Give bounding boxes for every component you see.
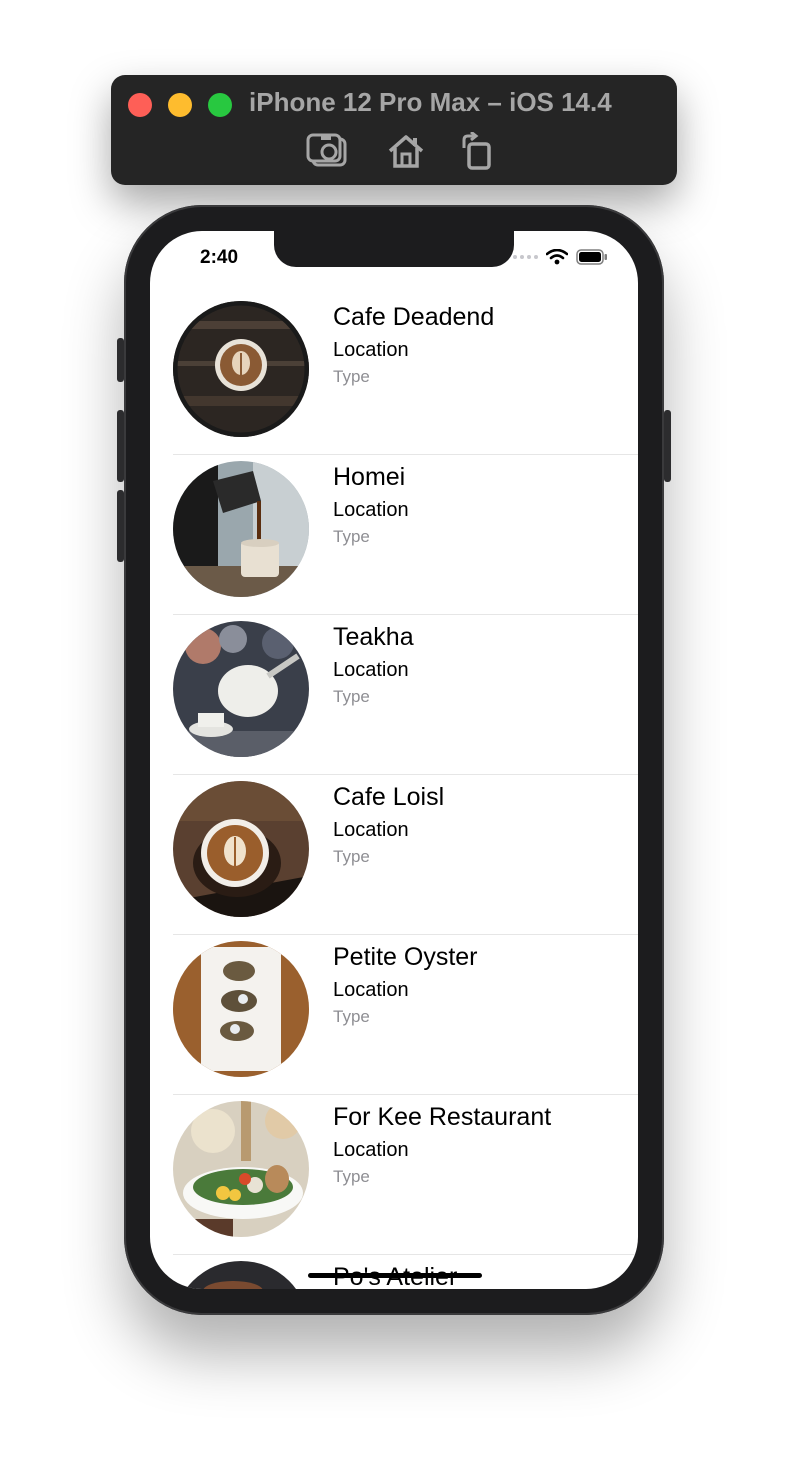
- table-row[interactable]: For Kee Restaurant Location Type: [150, 1095, 638, 1255]
- rotate-button[interactable]: [456, 131, 500, 171]
- restaurant-thumbnail: [173, 1101, 309, 1237]
- status-time: 2:40: [200, 247, 239, 268]
- table-row[interactable]: Homei Location Type: [150, 455, 638, 615]
- restaurant-location: Location: [333, 339, 409, 361]
- restaurant-thumbnail: [173, 781, 309, 917]
- camera-icon: [306, 133, 347, 167]
- restaurant-name: Cafe Loisl: [333, 783, 445, 811]
- restaurant-thumbnail: [173, 621, 309, 757]
- restaurant-type: Type: [333, 1167, 370, 1186]
- close-window-button[interactable]: [128, 93, 152, 117]
- phone-screen: 2:40 Cafe Deadend Location Type Homei Lo…: [150, 231, 638, 1289]
- simulator-toolbar: iPhone 12 Pro Max – iOS 14.4: [111, 75, 677, 185]
- restaurant-table[interactable]: Cafe Deadend Location Type Homei Locatio…: [150, 295, 638, 1289]
- cellular-icon: [513, 255, 538, 259]
- status-icons: [513, 249, 608, 265]
- wifi-icon: [546, 249, 568, 265]
- volume-down-button[interactable]: [117, 490, 124, 562]
- restaurant-type: Type: [333, 847, 370, 866]
- restaurant-type: Type: [333, 1007, 370, 1026]
- restaurant-location: Location: [333, 659, 409, 681]
- home-indicator[interactable]: [308, 1273, 482, 1278]
- simulator-title: iPhone 12 Pro Max – iOS 14.4: [249, 87, 612, 117]
- table-row[interactable]: Teakha Location Type: [150, 615, 638, 775]
- notch: [274, 231, 514, 267]
- restaurant-type: Type: [333, 527, 370, 546]
- rotate-icon: [462, 132, 491, 170]
- power-button[interactable]: [664, 410, 671, 482]
- restaurant-name: Cafe Deadend: [333, 303, 495, 331]
- restaurant-location: Location: [333, 1139, 409, 1161]
- restaurant-thumbnail: [173, 461, 309, 597]
- restaurant-thumbnail: [173, 1261, 309, 1289]
- table-row[interactable]: Cafe Loisl Location Type: [150, 775, 638, 935]
- restaurant-name: Homei: [333, 463, 406, 491]
- restaurant-name: Petite Oyster: [333, 943, 478, 971]
- restaurant-location: Location: [333, 499, 409, 521]
- battery-icon: [576, 249, 607, 265]
- restaurant-name: Teakha: [333, 623, 414, 651]
- iphone-device-frame: 2:40 Cafe Deadend Location Type Homei Lo…: [117, 205, 671, 1315]
- restaurant-location: Location: [333, 819, 409, 841]
- restaurant-type: Type: [333, 367, 370, 386]
- restaurant-name: For Kee Restaurant: [333, 1103, 552, 1131]
- restaurant-thumbnail: [173, 941, 309, 1077]
- home-icon: [388, 135, 424, 168]
- restaurant-location: Location: [333, 979, 409, 1001]
- zoom-window-button[interactable]: [208, 93, 232, 117]
- table-row[interactable]: Po's Atelier: [150, 1255, 638, 1289]
- volume-up-button[interactable]: [117, 410, 124, 482]
- restaurant-type: Type: [333, 687, 370, 706]
- table-row[interactable]: Petite Oyster Location Type: [150, 935, 638, 1095]
- restaurant-thumbnail: [173, 301, 309, 437]
- mute-switch[interactable]: [117, 338, 124, 382]
- table-row[interactable]: Cafe Deadend Location Type: [150, 295, 638, 455]
- home-button[interactable]: [384, 131, 428, 171]
- screenshot-button[interactable]: [305, 131, 349, 171]
- minimize-window-button[interactable]: [168, 93, 192, 117]
